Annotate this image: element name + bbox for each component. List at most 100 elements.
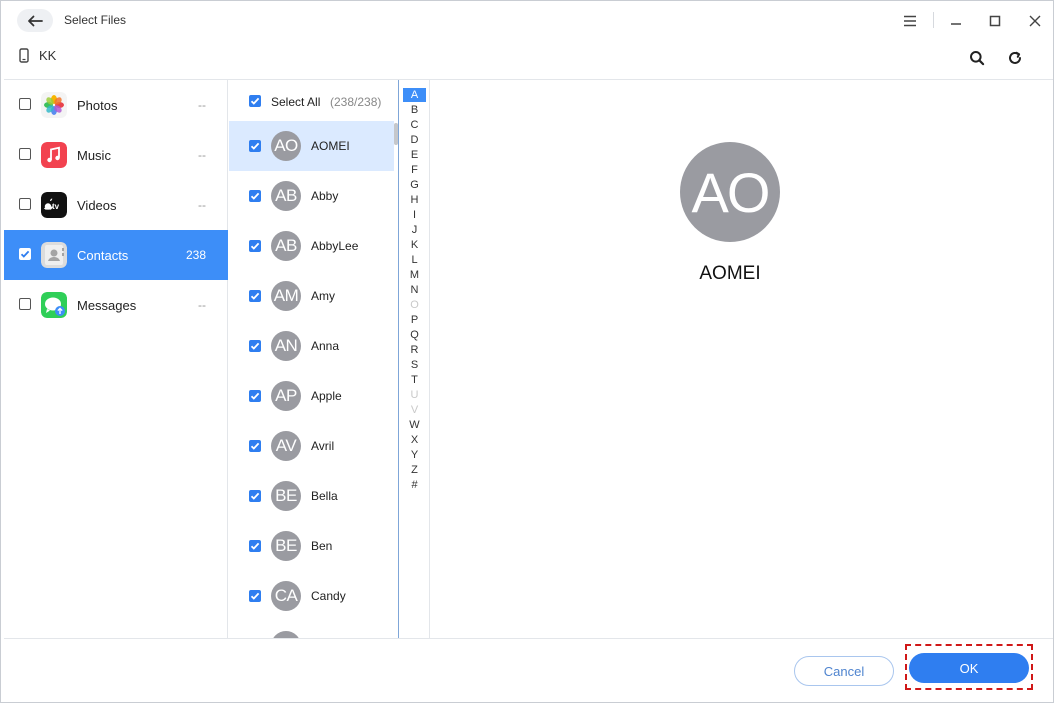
select-files-window: Select Files KK Photos -- Music -- tv Vi…: [0, 0, 1054, 703]
alphabet-letter[interactable]: A: [403, 88, 426, 102]
alphabet-letter[interactable]: C: [403, 118, 426, 132]
contact-row[interactable]: AM Amy: [229, 271, 394, 321]
contact-row-partial[interactable]: [229, 621, 394, 638]
avatar: AN: [271, 331, 301, 361]
contact-row[interactable]: AV Avril: [229, 421, 394, 471]
checkbox[interactable]: [249, 140, 261, 152]
avatar: CA: [271, 581, 301, 611]
svg-text:tv: tv: [52, 202, 60, 211]
checkbox[interactable]: [19, 148, 31, 160]
music-icon: [41, 142, 67, 168]
select-all-count: (238/238): [330, 95, 382, 109]
sidebar-item-music[interactable]: Music --: [4, 130, 228, 180]
check-icon: [20, 250, 30, 258]
contact-name: Ben: [311, 539, 333, 553]
alphabet-letter[interactable]: R: [403, 343, 426, 357]
contact-row[interactable]: CA Candy: [229, 571, 394, 621]
alphabet-letter[interactable]: O: [403, 298, 426, 312]
checkbox[interactable]: [249, 490, 261, 502]
alphabet-letter[interactable]: S: [403, 358, 426, 372]
contact-name: Apple: [311, 389, 342, 403]
menu-button[interactable]: [900, 11, 920, 31]
alphabet-letter[interactable]: Z: [403, 463, 426, 477]
minimize-button[interactable]: [946, 11, 966, 31]
check-icon: [250, 242, 260, 250]
contact-row[interactable]: BE Ben: [229, 521, 394, 571]
sidebar-item-label: Contacts: [77, 248, 129, 263]
sidebar-item-contacts[interactable]: Contacts 238: [4, 230, 228, 280]
cancel-button[interactable]: Cancel: [794, 656, 894, 686]
alphabet-letter[interactable]: B: [403, 103, 426, 117]
check-icon: [250, 142, 260, 150]
checkbox[interactable]: [19, 248, 31, 260]
checkbox[interactable]: [249, 240, 261, 252]
close-icon: [1029, 15, 1041, 27]
check-icon: [250, 342, 260, 350]
checkbox[interactable]: [249, 190, 261, 202]
close-button[interactable]: [1025, 11, 1045, 31]
sidebar-item-label: Videos: [77, 198, 117, 213]
device-name: KK: [39, 48, 57, 63]
contact-row[interactable]: AB Abby: [229, 171, 394, 221]
checkbox[interactable]: [19, 198, 31, 210]
alphabet-letter[interactable]: T: [403, 373, 426, 387]
sidebar-item-messages[interactable]: Messages --: [4, 280, 228, 330]
contact-row[interactable]: AB AbbyLee: [229, 221, 394, 271]
check-icon: [250, 442, 260, 450]
search-button[interactable]: [967, 48, 987, 68]
maximize-button[interactable]: [985, 11, 1005, 31]
alphabet-letter[interactable]: J: [403, 223, 426, 237]
sidebar-item-label: Photos: [77, 98, 118, 113]
alphabet-letter[interactable]: D: [403, 133, 426, 147]
alphabet-letter[interactable]: M: [403, 268, 426, 282]
alphabet-letter[interactable]: H: [403, 193, 426, 207]
alphabet-letter[interactable]: X: [403, 433, 426, 447]
checkbox[interactable]: [249, 340, 261, 352]
select-all-checkbox[interactable]: [249, 95, 261, 107]
back-button[interactable]: [17, 9, 53, 32]
alphabet-letter[interactable]: L: [403, 253, 426, 267]
ok-button[interactable]: OK: [909, 653, 1029, 683]
alphabet-letter[interactable]: P: [403, 313, 426, 327]
select-all-row[interactable]: Select All (238/238): [229, 80, 398, 121]
minimize-icon: [951, 23, 961, 25]
sidebar-item-videos[interactable]: tv Videos --: [4, 180, 228, 230]
alphabet-letter[interactable]: K: [403, 238, 426, 252]
alphabet-letter[interactable]: Q: [403, 328, 426, 342]
sidebar-item-count: 238: [185, 248, 206, 262]
contact-row[interactable]: AO AOMEI: [229, 121, 394, 171]
checkbox[interactable]: [249, 540, 261, 552]
hamburger-menu-icon: [904, 15, 916, 27]
contact-name: Candy: [311, 589, 346, 603]
contact-row[interactable]: BE Bella: [229, 471, 394, 521]
contact-name: Avril: [311, 439, 335, 453]
checkbox[interactable]: [249, 290, 261, 302]
avatar: AP: [271, 381, 301, 411]
maximize-icon: [989, 15, 1001, 27]
checkbox[interactable]: [249, 590, 261, 602]
alphabet-letter[interactable]: U: [403, 388, 426, 402]
alphabet-letter[interactable]: F: [403, 163, 426, 177]
contact-list-scrollbar[interactable]: [394, 123, 398, 145]
contact-row[interactable]: AN Anna: [229, 321, 394, 371]
checkbox[interactable]: [19, 298, 31, 310]
alphabet-letter[interactable]: #: [403, 478, 426, 492]
messages-icon: [41, 292, 67, 318]
check-icon: [250, 592, 260, 600]
arrow-left-icon: [28, 15, 43, 26]
alphabet-letter[interactable]: N: [403, 283, 426, 297]
checkbox[interactable]: [249, 390, 261, 402]
contact-row[interactable]: AP Apple: [229, 371, 394, 421]
sidebar-item-count: --: [198, 98, 206, 112]
checkbox[interactable]: [19, 98, 31, 110]
alphabet-letter[interactable]: V: [403, 403, 426, 417]
sidebar-item-photos[interactable]: Photos --: [4, 80, 228, 130]
refresh-button[interactable]: [1005, 48, 1025, 68]
check-icon: [250, 292, 260, 300]
checkbox[interactable]: [249, 440, 261, 452]
alphabet-letter[interactable]: E: [403, 148, 426, 162]
alphabet-letter[interactable]: W: [403, 418, 426, 432]
alphabet-letter[interactable]: Y: [403, 448, 426, 462]
alphabet-letter[interactable]: G: [403, 178, 426, 192]
alphabet-letter[interactable]: I: [403, 208, 426, 222]
